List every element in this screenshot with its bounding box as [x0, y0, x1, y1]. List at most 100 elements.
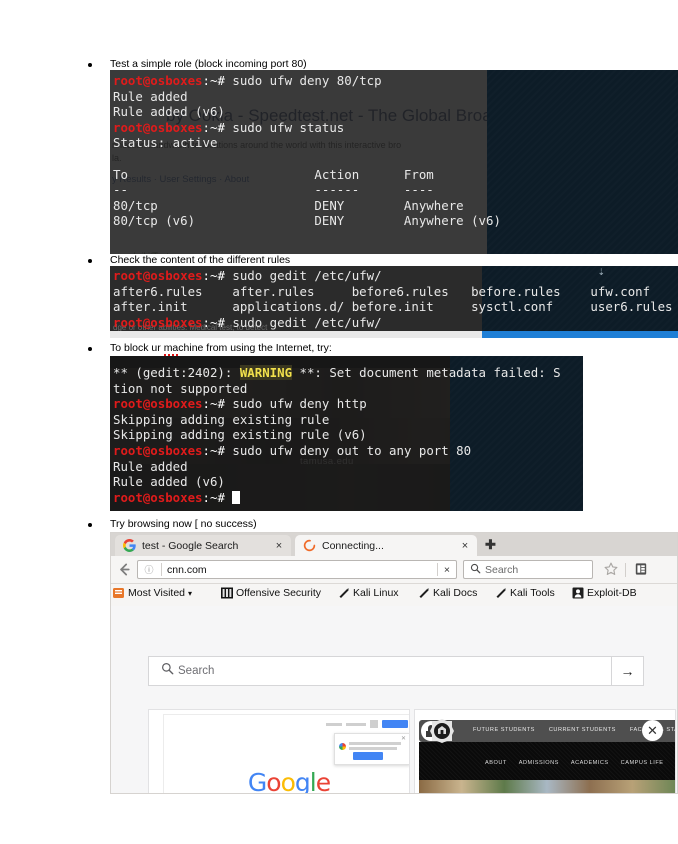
university-navbar: ABOUT ADMISSIONS ACADEMICS CAMPUS LIFE S… — [419, 742, 675, 780]
university-topbar: FUTURE STUDENTS CURRENT STUDENTS FACULTY… — [419, 720, 675, 742]
document-page: Test a simple role (block incoming port … — [0, 0, 678, 844]
terminal-line: root@osboxes:~# sudo gedit /etc/ufw/ — [113, 314, 382, 330]
bookmark-most-visited[interactable]: Most Visited ▾ — [113, 587, 192, 599]
divider — [161, 563, 162, 576]
bookmarks-toolbar: Most Visited ▾ Offensive Security Kali L… — [111, 584, 677, 607]
browser-tab-label: test - Google Search — [142, 539, 239, 552]
chrome-icon — [339, 743, 346, 750]
bullet-marker — [88, 523, 92, 527]
search-bar[interactable]: Search — [463, 560, 593, 579]
bullet-text-4: Try browsing now [ no success) — [110, 518, 257, 530]
terminal-output-3: ** (gedit:2402): WARNING **: Set documen… — [113, 365, 561, 505]
bookmark-label: Offensive Security — [236, 587, 322, 599]
close-icon[interactable]: × — [457, 540, 473, 552]
bookmark-label: Kali Tools — [510, 587, 555, 599]
clear-icon[interactable]: × — [438, 564, 456, 576]
loading-spinner-icon — [303, 539, 316, 552]
terminal-line: root@osboxes:~# sudo ufw deny out to any… — [113, 442, 472, 458]
terminal-line: -- ------ ---- — [113, 182, 434, 198]
screenshot-terminal-ufw-rules: ⇣ root@osboxes:~# sudo gedit /etc/ufw/af… — [110, 266, 678, 338]
browser-tab-0[interactable]: test - Google Search × — [115, 535, 291, 556]
search-placeholder: Search — [178, 665, 215, 677]
terminal-line: root@osboxes:~# sudo ufw status — [113, 119, 345, 135]
url-text[interactable]: cnn.com — [167, 564, 437, 576]
bookmark-label: Most Visited — [128, 587, 185, 599]
terminal-navy-panel — [487, 70, 678, 254]
close-icon: ✕ — [400, 736, 406, 742]
terminal-output-1: root@osboxes:~# sudo ufw deny 80/tcp Rule… — [113, 73, 501, 229]
apps-grid-icon — [370, 720, 378, 728]
terminal-line: tion not supported — [113, 380, 248, 396]
new-tab-button[interactable]: ✚ — [485, 537, 496, 553]
terminal-line: root@osboxes:~# sudo ufw deny 80/tcp — [113, 73, 382, 88]
terminal-line: Rule added — [113, 458, 188, 474]
google-topbar — [326, 720, 408, 728]
google-page-preview: ✕ Google — [163, 714, 409, 794]
browser-tab-1[interactable]: Connecting... × — [295, 535, 477, 556]
google-logo: Google — [247, 768, 331, 794]
terminal-line: Status: active — [113, 135, 218, 151]
bookmark-exploit-db[interactable]: Exploit-DB — [572, 587, 637, 599]
terminal-line: To Action From — [113, 166, 434, 182]
info-circle-icon[interactable]: ⓘ — [142, 563, 156, 576]
terminal-line: after.init applications.d/ before.init s… — [113, 299, 673, 315]
search-input[interactable]: Search — [148, 656, 612, 686]
tile-thumbnail: ✕ Google — [149, 710, 409, 794]
terminal-line: Rule added (v6) — [113, 474, 225, 490]
address-bar[interactable]: ⓘ cnn.com × — [137, 560, 457, 579]
university-hero-photo — [419, 780, 675, 793]
search-go-button[interactable]: → — [612, 656, 644, 686]
browser-tab-label: Connecting... — [322, 539, 384, 552]
star-icon[interactable] — [603, 561, 620, 578]
terminal-line: ** (gedit:2402): WARNING **: Set documen… — [113, 365, 561, 380]
terminal-line: 80/tcp (v6) DENY Anywhere (v6) — [113, 213, 501, 229]
bullet-text-3: To block ur machine from using the Inter… — [110, 342, 332, 354]
search-placeholder: Search — [485, 563, 519, 576]
bookmark-label: Exploit-DB — [587, 587, 637, 599]
list-item: Try browsing now [ no success) — [88, 518, 257, 531]
close-icon[interactable]: × — [271, 540, 287, 552]
images-link-placeholder — [346, 722, 366, 726]
back-arrow-icon[interactable] — [116, 561, 133, 578]
bullet-marker — [88, 63, 92, 67]
most-visited-icon — [113, 587, 125, 599]
divider — [625, 563, 626, 577]
popup-cta-button — [353, 752, 383, 760]
terminal-output-2: root@osboxes:~# sudo gedit /etc/ufw/afte… — [113, 268, 673, 330]
tile-google[interactable]: ✕ Google — [148, 709, 410, 794]
gmail-link-placeholder — [326, 722, 342, 726]
terminal-line: root@osboxes:~# sudo ufw deny http — [113, 396, 367, 412]
tile-tamusa[interactable]: FUTURE STUDENTS CURRENT STUDENTS FACULTY… — [414, 709, 676, 793]
window-bottom-edge — [110, 331, 482, 338]
search-icon — [161, 662, 174, 680]
bookmark-offensive-security[interactable]: Offensive Security — [221, 587, 321, 599]
newtab-search-row: Search → — [148, 656, 644, 686]
terminal-line: root@osboxes:~# sudo gedit /etc/ufw/ — [113, 268, 382, 283]
terminal-line: after6.rules after.rules before6.rules b… — [113, 283, 651, 299]
terminal-line: root@osboxes:~# — [113, 490, 561, 506]
bookmark-kali-docs[interactable]: Kali Docs — [418, 587, 477, 599]
tile-thumbnail: FUTURE STUDENTS CURRENT STUDENTS FACULTY… — [415, 710, 675, 793]
terminal-line: Skipping adding existing rule (v6) — [113, 427, 367, 443]
kali-dragon-icon — [338, 587, 350, 599]
browser-navigation-bar: ⓘ cnn.com × Search — [111, 556, 677, 584]
bullet-marker — [88, 347, 92, 351]
chevron-down-icon: ▾ — [188, 588, 193, 598]
kali-dragon-icon — [418, 587, 430, 599]
blue-status-bar — [482, 331, 678, 338]
library-icon[interactable] — [633, 561, 650, 578]
signin-button-placeholder — [382, 720, 408, 728]
search-icon — [470, 561, 481, 579]
terminal-line: Rule added (v6) — [113, 104, 225, 120]
browser-tab-bar: test - Google Search × Connecting... × ✚ — [111, 533, 677, 556]
terminal-line: Skipping adding existing rule — [113, 411, 330, 427]
terminal-line: 80/tcp DENY Anywhere — [113, 197, 464, 213]
screenshot-terminal-ufw-status: by Ookla - Speedtest.net - The Global Br… — [110, 70, 678, 254]
kali-dragon-icon — [495, 587, 507, 599]
bookmark-kali-tools[interactable]: Kali Tools — [495, 587, 555, 599]
bookmark-label: Kali Docs — [433, 587, 478, 599]
bookmark-kali-linux[interactable]: Kali Linux — [338, 587, 399, 599]
screenshot-terminal-deny-out: tamusa.edu ** (gedit:2402): WARNING **: … — [110, 356, 583, 511]
close-icon[interactable]: ✕ — [642, 720, 663, 741]
